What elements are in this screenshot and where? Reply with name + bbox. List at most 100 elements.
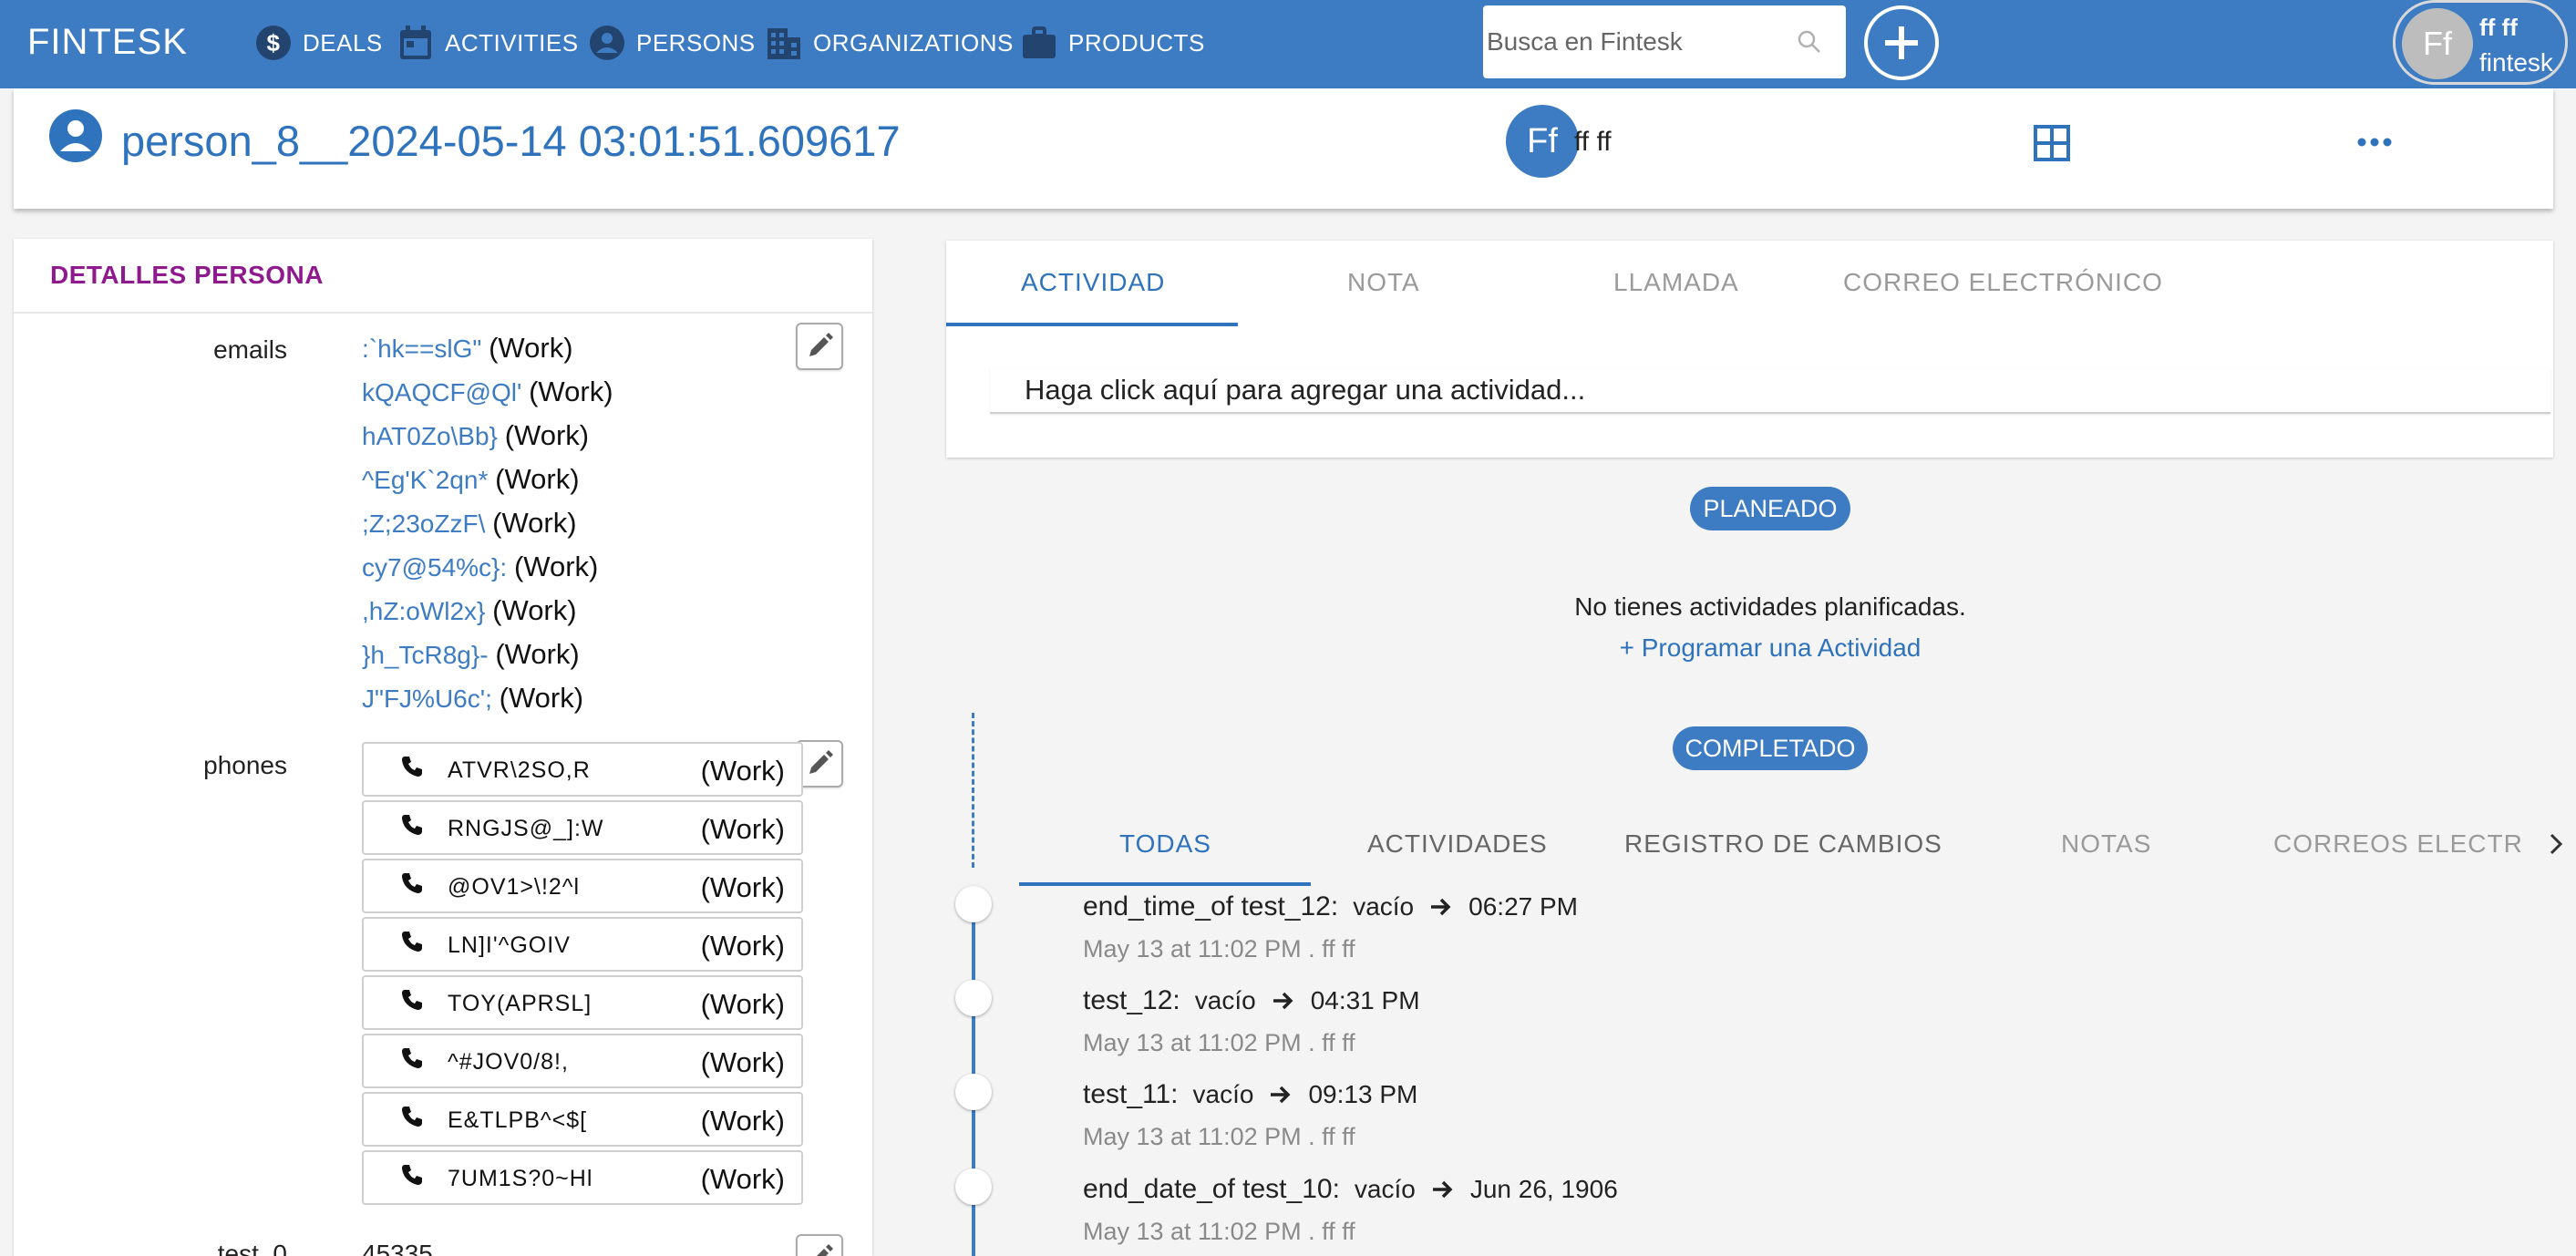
person-circle-icon bbox=[590, 26, 624, 60]
tab-emails[interactable]: CORREOS ELECTRÓNICOS bbox=[2273, 829, 2523, 859]
tab-call[interactable]: LLAMADA bbox=[1613, 268, 1739, 297]
timeline-dashed bbox=[972, 713, 974, 868]
phone-item[interactable]: LN]I'^GOIV (Work) bbox=[362, 917, 803, 972]
emails-label: emails bbox=[213, 335, 287, 364]
change-to: 06:27 PM bbox=[1468, 892, 1578, 921]
email-type: (Work) bbox=[513, 551, 599, 582]
add-button[interactable] bbox=[1864, 5, 1939, 80]
phone-item[interactable]: TOY(APRSL] (Work) bbox=[362, 975, 803, 1030]
grid-icon[interactable] bbox=[2032, 123, 2072, 163]
email-item: cy7@54%c}: (Work) bbox=[362, 551, 598, 583]
nav-persons[interactable]: PERSONS bbox=[589, 20, 756, 66]
nav-products[interactable]: PRODUCTS bbox=[1021, 20, 1205, 66]
owner-avatar[interactable]: Ff bbox=[1506, 105, 1579, 178]
change-meta: May 13 at 11:02 PM . ff ff bbox=[1083, 1123, 1355, 1150]
owner-name: ff ff bbox=[1574, 127, 1612, 157]
change-entry: end_date_of test_10: vacío Jun 26, 1906 bbox=[1083, 1174, 1618, 1205]
phone-item[interactable]: 7UM1S?0~Hl (Work) bbox=[362, 1150, 803, 1205]
email-type: (Work) bbox=[495, 638, 580, 670]
user-menu[interactable]: Ff ff ff fintesk bbox=[2393, 0, 2568, 85]
search-input[interactable] bbox=[1483, 27, 1775, 57]
planned-badge: PLANEADO bbox=[1690, 487, 1850, 530]
edit-test-button[interactable] bbox=[796, 1234, 843, 1256]
phones-label: phones bbox=[203, 751, 287, 779]
change-from: vacío bbox=[1194, 986, 1256, 1014]
brand-logo[interactable]: FINTESK bbox=[27, 22, 188, 63]
change-from: vacío bbox=[1354, 1175, 1416, 1203]
change-meta: May 13 at 11:02 PM . ff ff bbox=[1083, 935, 1355, 963]
change-field: end_date_of test_10: bbox=[1083, 1174, 1340, 1204]
test-field-label: test_0 bbox=[217, 1240, 287, 1256]
timeline-dot bbox=[955, 1074, 992, 1110]
email-link[interactable]: kQAQCF@Ql' bbox=[362, 378, 521, 407]
tab-email[interactable]: CORREO ELECTRÓNICO bbox=[1843, 268, 2163, 297]
building-icon bbox=[768, 28, 800, 59]
phone-item[interactable]: RNGJS@_]:W (Work) bbox=[362, 800, 803, 855]
tab-activities[interactable]: ACTIVIDADES bbox=[1367, 829, 1548, 859]
email-link[interactable]: hAT0Zo\Bb} bbox=[362, 422, 498, 450]
more-options-icon[interactable] bbox=[2354, 129, 2395, 156]
tab-notes[interactable]: NOTAS bbox=[2061, 829, 2151, 859]
nav-activities[interactable]: ACTIVITIES bbox=[397, 20, 579, 66]
completed-badge: COMPLETADO bbox=[1673, 726, 1868, 770]
arrow-right-icon bbox=[1432, 1180, 1453, 1199]
phone-item[interactable]: ^#JOV0/8!, (Work) bbox=[362, 1034, 803, 1088]
email-link[interactable]: }h_TcR8g}- bbox=[362, 641, 489, 669]
change-meta: May 13 at 11:02 PM . ff ff bbox=[1083, 1029, 1355, 1056]
change-meta: May 13 at 11:02 PM . ff ff bbox=[1083, 1218, 1355, 1245]
user-avatar: Ff bbox=[2402, 8, 2473, 79]
email-link[interactable]: ^Eg'K`2qn* bbox=[362, 466, 488, 494]
email-link[interactable]: J"FJ%U6c'; bbox=[362, 685, 492, 713]
email-item: J"FJ%U6c'; (Work) bbox=[362, 682, 583, 715]
test-field-value: 45335 bbox=[362, 1240, 433, 1256]
divider bbox=[14, 312, 872, 314]
phone-type: (Work) bbox=[700, 1046, 785, 1078]
nav-deals[interactable]: $ DEALS bbox=[255, 20, 383, 66]
phone-item[interactable]: @OV1>\!2^l (Work) bbox=[362, 859, 803, 913]
email-link[interactable]: :`hk==slG" bbox=[362, 335, 481, 363]
phone-number: ^#JOV0/8!, bbox=[448, 1049, 569, 1075]
tab-note[interactable]: NOTA bbox=[1347, 268, 1420, 297]
user-organization: fintesk bbox=[2479, 48, 2553, 77]
activity-composer: ACTIVIDAD NOTA LLAMADA CORREO ELECTRÓNIC… bbox=[946, 241, 2553, 458]
add-activity-input[interactable] bbox=[990, 368, 2550, 414]
email-link[interactable]: ;Z;23oZzF\ bbox=[362, 510, 485, 538]
change-field: end_time_of test_12: bbox=[1083, 891, 1339, 921]
phone-number: TOY(APRSL] bbox=[448, 991, 592, 1016]
timeline-dot bbox=[955, 980, 992, 1016]
change-field: test_11: bbox=[1083, 1079, 1179, 1109]
change-entry: end_time_of test_12: vacío 06:27 PM bbox=[1083, 891, 1578, 922]
email-link[interactable]: cy7@54%c}: bbox=[362, 553, 507, 582]
nav-organizations[interactable]: ORGANIZATIONS bbox=[766, 20, 1014, 66]
schedule-activity-link[interactable]: + Programar una Actividad bbox=[1404, 633, 2137, 663]
email-item: ^Eg'K`2qn* (Work) bbox=[362, 463, 580, 496]
email-link[interactable]: ,hZ:oWl2x} bbox=[362, 597, 485, 625]
phone-number: E&TLPB^<$[ bbox=[448, 1107, 588, 1133]
phone-number: RNGJS@_]:W bbox=[448, 816, 604, 841]
email-type: (Work) bbox=[529, 376, 613, 407]
phone-number: @OV1>\!2^l bbox=[448, 874, 581, 900]
change-field: test_12: bbox=[1083, 985, 1180, 1015]
pencil-icon bbox=[809, 333, 833, 356]
email-type: (Work) bbox=[504, 419, 590, 451]
phone-item[interactable]: ATVR\2SO,R (Work) bbox=[362, 742, 803, 797]
tab-all[interactable]: TODAS bbox=[1119, 829, 1211, 859]
phone-icon bbox=[402, 932, 422, 952]
email-type: (Work) bbox=[492, 594, 577, 626]
phone-type: (Work) bbox=[700, 930, 785, 962]
edit-emails-button[interactable] bbox=[796, 323, 843, 370]
change-entry: test_12: vacío 04:31 PM bbox=[1083, 985, 1420, 1016]
email-type: (Work) bbox=[495, 463, 580, 495]
page-title: person_8__2024-05-14 03:01:51.609617 bbox=[121, 117, 901, 165]
top-navbar: FINTESK $ DEALS ACTIVITIES PERSONS ORGAN… bbox=[0, 0, 2576, 88]
email-item: ;Z;23oZzF\ (Work) bbox=[362, 507, 577, 540]
phone-item[interactable]: E&TLPB^<$[ (Work) bbox=[362, 1092, 803, 1147]
search-icon[interactable] bbox=[1797, 29, 1822, 55]
tab-activity[interactable]: ACTIVIDAD bbox=[1021, 268, 1165, 297]
plus-icon bbox=[1885, 26, 1918, 59]
svg-text:$: $ bbox=[267, 29, 281, 57]
tab-changelog[interactable]: REGISTRO DE CAMBIOS bbox=[1624, 829, 1942, 859]
history-tab-indicator bbox=[1019, 882, 1311, 886]
change-from: vacío bbox=[1353, 892, 1415, 921]
chevron-right-icon[interactable] bbox=[2543, 829, 2569, 859]
